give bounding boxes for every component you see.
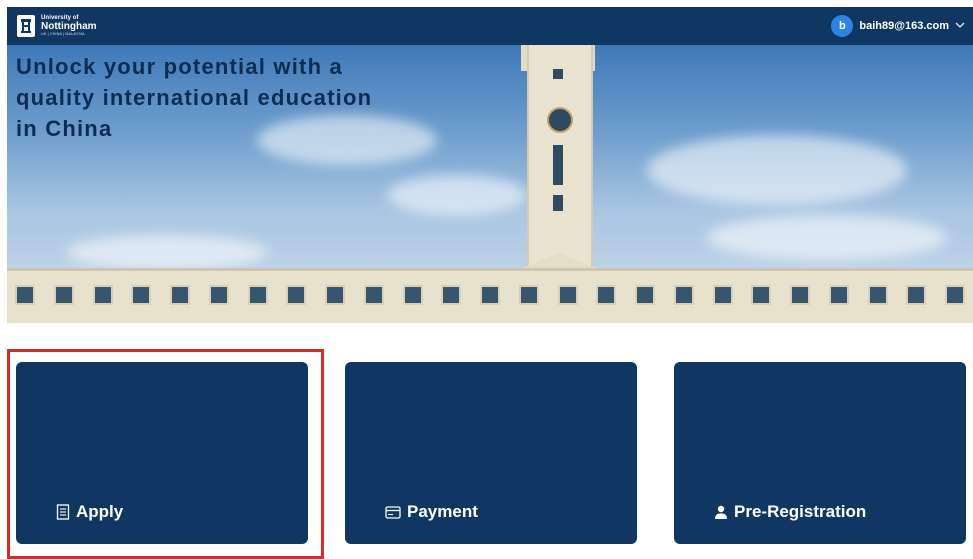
logo-text: University of Nottingham UK | CHINA | MA… <box>41 15 97 37</box>
cloud-decoration <box>67 235 267 270</box>
building-window <box>247 285 268 305</box>
tower-window <box>553 145 563 185</box>
building-window <box>557 285 578 305</box>
pre-registration-card[interactable]: Pre-Registration <box>674 362 966 544</box>
building-window <box>945 285 965 305</box>
building-window <box>286 285 307 305</box>
building-window <box>363 285 384 305</box>
top-navigation-bar: University of Nottingham UK | CHINA | MA… <box>7 7 973 45</box>
credit-card-icon <box>385 505 401 519</box>
building-window <box>480 285 500 305</box>
payment-card-text: Payment <box>407 502 478 521</box>
building-window <box>92 285 113 305</box>
user-email[interactable]: baih89@163.com <box>859 20 949 32</box>
payment-card[interactable]: Payment <box>345 362 637 544</box>
building-window <box>635 285 655 305</box>
building-window <box>828 285 849 305</box>
avatar[interactable]: b <box>831 15 854 37</box>
building-window <box>518 285 539 305</box>
building-window <box>867 285 888 305</box>
pre-registration-card-text: Pre-Registration <box>734 502 867 521</box>
logo-line-campuses: UK | CHINA | MALAYSIA <box>41 32 85 37</box>
pre-registration-card-label[interactable]: Pre-Registration <box>714 502 866 522</box>
building-window <box>441 285 462 305</box>
hero-banner: Unlock your potential with a quality int… <box>7 45 973 323</box>
clock-icon <box>547 107 573 133</box>
hero-title: Unlock your potential with a quality int… <box>16 54 373 141</box>
tower-window <box>553 69 563 79</box>
cloud-decoration <box>647 135 907 205</box>
apply-card-text: Apply <box>76 502 124 521</box>
logo-line-nottingham: Nottingham <box>41 21 97 33</box>
person-icon <box>714 505 728 520</box>
university-crest-icon <box>17 15 35 37</box>
chevron-down-icon[interactable] <box>955 21 965 32</box>
document-icon <box>56 504 70 520</box>
building-window <box>131 285 152 305</box>
university-logo[interactable]: University of Nottingham UK | CHINA | MA… <box>17 15 97 37</box>
building-window <box>208 285 229 305</box>
building-window <box>906 285 927 305</box>
building-window <box>712 285 733 305</box>
building-window <box>325 285 345 305</box>
building-window <box>751 285 772 305</box>
apply-card-label[interactable]: Apply <box>56 502 123 522</box>
building-window <box>673 285 694 305</box>
building-windows <box>15 285 965 309</box>
university-building <box>7 268 973 323</box>
apply-card[interactable]: Apply <box>16 362 308 544</box>
payment-card-label[interactable]: Payment <box>385 502 478 522</box>
building-window <box>53 285 74 305</box>
user-menu[interactable]: b baih89@163.com <box>831 15 965 37</box>
building-window <box>402 285 423 305</box>
tower-window <box>553 195 563 211</box>
building-window <box>790 285 810 305</box>
cloud-decoration <box>707 215 947 260</box>
building-window <box>596 285 617 305</box>
building-window <box>170 285 190 305</box>
cloud-decoration <box>387 175 527 215</box>
building-window <box>15 285 35 305</box>
